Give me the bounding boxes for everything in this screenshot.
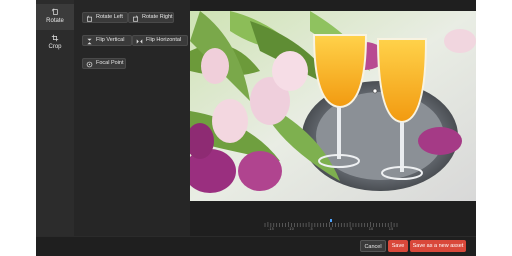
sidebar-item-crop[interactable]: Crop bbox=[36, 30, 74, 56]
focal-point-button[interactable]: Focal Point bbox=[82, 58, 126, 69]
rotate-icon bbox=[51, 8, 58, 15]
rotate-panel: Rotate Left Rotate Right Flip Vertical F… bbox=[74, 0, 190, 236]
rotate-left-icon bbox=[87, 14, 92, 22]
flip-vertical-icon bbox=[87, 38, 92, 44]
ruler-label: -15 bbox=[268, 227, 274, 231]
save-as-new-asset-button[interactable]: Save as a new asset bbox=[410, 240, 466, 252]
sidebar-item-label: Rotate bbox=[46, 18, 64, 24]
rotate-left-label: Rotate Left bbox=[96, 14, 123, 20]
image-preview[interactable] bbox=[190, 11, 476, 201]
rotate-left-button[interactable]: Rotate Left bbox=[82, 12, 128, 23]
ruler-marker[interactable] bbox=[330, 219, 332, 222]
focal-point-label: Focal Point bbox=[96, 60, 124, 66]
footer-bar: Cancel Save Save as a new asset bbox=[36, 236, 476, 256]
flip-vertical-button[interactable]: Flip Vertical bbox=[82, 35, 132, 46]
ruler-label: 15 bbox=[388, 227, 394, 231]
rotate-right-icon bbox=[133, 14, 138, 22]
flip-horizontal-icon bbox=[136, 38, 143, 44]
sidebar-item-rotate[interactable]: Rotate bbox=[36, 4, 74, 30]
crop-icon bbox=[51, 34, 59, 42]
photo-illustration bbox=[190, 11, 476, 201]
ruler-label: -5 bbox=[309, 227, 313, 231]
tool-rail: Rotate Crop bbox=[36, 0, 74, 256]
focal-point-icon bbox=[86, 61, 93, 67]
flip-horizontal-button[interactable]: Flip Horizontal bbox=[132, 35, 188, 46]
ruler-label: -10 bbox=[288, 227, 294, 231]
flip-vertical-label: Flip Vertical bbox=[96, 37, 125, 43]
ruler-label: 0 bbox=[329, 227, 333, 231]
flip-horizontal-label: Flip Horizontal bbox=[146, 37, 182, 43]
rotation-ruler[interactable]: -15 -10 -5 0 5 10 15 bbox=[263, 216, 399, 234]
sidebar-item-label: Crop bbox=[48, 44, 62, 50]
rotate-right-label: Rotate Right bbox=[142, 14, 173, 20]
rotate-right-button[interactable]: Rotate Right bbox=[128, 12, 174, 23]
ruler-label: 5 bbox=[349, 227, 353, 231]
cancel-button[interactable]: Cancel bbox=[360, 240, 386, 252]
ruler-label: 10 bbox=[368, 227, 374, 231]
save-button[interactable]: Save bbox=[388, 240, 408, 252]
